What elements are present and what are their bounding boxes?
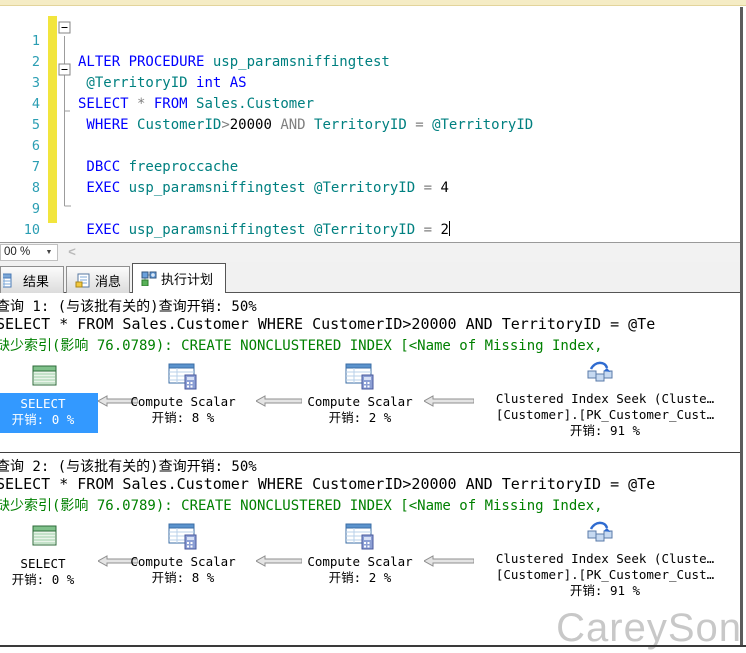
- editor-bottom-bar: [0, 242, 740, 262]
- zoom-level-value: 00 %: [4, 246, 30, 258]
- code-line[interactable]: 1 ALTER PROCEDURE usp_paramsniffingtest: [0, 10, 740, 31]
- ssms-window: 1 ALTER PROCEDURE usp_paramsniffingtest …: [0, 0, 746, 653]
- tab-results[interactable]: 结果: [0, 266, 64, 293]
- code-operator: =: [424, 222, 441, 238]
- zoom-level-select[interactable]: 00 % ▼: [0, 244, 58, 261]
- query-2-statement: SELECT * FROM Sales.Customer WHERE Custo…: [0, 475, 655, 493]
- compute-scalar-icon: [345, 363, 375, 390]
- messages-icon: [75, 273, 91, 288]
- compute-scalar-icon: [168, 523, 198, 550]
- code-line[interactable]: 8: [0, 157, 740, 178]
- code-identifier: usp_paramsniffingtest: [129, 222, 314, 238]
- code-line[interactable]: 2 @TerritoryID int AS: [0, 31, 740, 52]
- tab-execution-plan-label: 执行计划: [161, 269, 213, 288]
- code-line[interactable]: 3 SELECT * FROM Sales.Customer: [0, 52, 740, 73]
- compute-scalar-icon: [345, 523, 375, 550]
- results-grid-icon: [3, 273, 19, 288]
- tab-execution-plan[interactable]: 执行计划: [132, 263, 226, 293]
- query-1-header: 查询 1: (与该批有关的)查询开销: 50%: [0, 296, 257, 316]
- execution-plan-query-1: 查询 1: (与该批有关的)查询开销: 50% SELECT * FROM Sa…: [0, 293, 740, 452]
- text-cursor: [449, 221, 450, 236]
- selected-node-highlight[interactable]: SELECT开销: 0 %: [0, 393, 98, 433]
- tab-messages[interactable]: 消息: [66, 266, 130, 293]
- chevron-down-icon[interactable]: ▼: [42, 246, 56, 259]
- result-table-icon: [32, 365, 58, 387]
- plan-node-label: Clustered Index Seek (Cluste…[Customer].…: [460, 551, 740, 599]
- bottom-border: [0, 645, 746, 647]
- hscroll-left-arrow-icon[interactable]: <: [64, 244, 80, 260]
- query-2-header: 查询 2: (与该批有关的)查询开销: 50%: [0, 456, 257, 476]
- compute-scalar-icon: [168, 363, 198, 390]
- sql-editor[interactable]: 1 ALTER PROCEDURE usp_paramsniffingtest …: [0, 7, 740, 242]
- index-seek-icon: [586, 359, 614, 387]
- code-line[interactable]: 7 EXEC usp_paramsniffingtest @TerritoryI…: [0, 136, 740, 157]
- query-1-missing-index[interactable]: 缺少索引(影响 76.0789): CREATE NONCLUSTERED IN…: [0, 335, 603, 355]
- plan-node-label: Clustered Index Seek (Cluste…[Customer].…: [460, 391, 740, 439]
- query-1-statement: SELECT * FROM Sales.Customer WHERE Custo…: [0, 315, 655, 333]
- index-seek-icon: [586, 519, 614, 547]
- plan-node-label: Compute Scalar开销: 2 %: [290, 394, 430, 426]
- window-right-border: [740, 7, 743, 647]
- plan-node-label: SELECT开销: 0 %: [0, 556, 98, 588]
- code-line[interactable]: 6 DBCC freeproccache: [0, 115, 740, 136]
- tab-results-label: 结果: [23, 271, 49, 290]
- execution-plan-icon: [141, 271, 157, 286]
- top-toolbar-edge: [0, 0, 746, 6]
- result-table-icon: [32, 525, 58, 547]
- code-line[interactable]: 10: [0, 199, 740, 220]
- code-keyword: EXEC: [78, 222, 129, 238]
- code-line[interactable]: 9 EXEC usp_paramsniffingtest @TerritoryI…: [0, 178, 740, 199]
- plan-node-label: Compute Scalar开销: 8 %: [113, 554, 253, 586]
- query-2-missing-index[interactable]: 缺少索引(影响 76.0789): CREATE NONCLUSTERED IN…: [0, 495, 603, 515]
- code-identifier: @TerritoryID: [314, 222, 424, 238]
- code-line[interactable]: 5: [0, 94, 740, 115]
- code-number: 2: [440, 222, 448, 238]
- plan-node-label: Compute Scalar开销: 2 %: [290, 554, 430, 586]
- plan-node-label: Compute Scalar开销: 8 %: [113, 394, 253, 426]
- line-number: 10: [0, 220, 40, 241]
- tab-messages-label: 消息: [95, 271, 121, 290]
- code-line[interactable]: 4 WHERE CustomerID>20000 AND TerritoryID…: [0, 73, 740, 94]
